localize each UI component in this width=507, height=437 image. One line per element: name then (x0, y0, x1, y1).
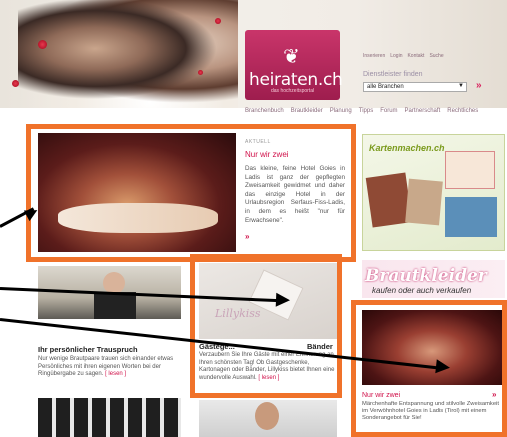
site-logo[interactable]: ❦ heiraten.ch das hochzeitsportal (245, 30, 343, 100)
top-link-suche[interactable]: Suche (429, 53, 443, 59)
promo-more-link[interactable]: » (492, 390, 496, 399)
promo-image[interactable] (362, 310, 502, 385)
card-sample-image (445, 197, 497, 237)
top-links: Inserieren Login Kontakt Suche (363, 53, 444, 59)
top-link-inserieren[interactable]: Inserieren (363, 53, 385, 59)
kartenmachen-brand: Kartenmachen.ch (369, 143, 445, 153)
rose-petal-image (215, 18, 221, 24)
branchen-select[interactable]: alle Branchen ▼ (363, 82, 467, 92)
top-link-login[interactable]: Login (390, 53, 402, 59)
product-image[interactable] (38, 398, 181, 437)
annotation-arrowhead (435, 359, 451, 375)
nav-branchenbuch[interactable]: Branchenbuch (245, 108, 284, 114)
wedding-couple-image (18, 0, 238, 108)
gast-title-end[interactable]: Bänder (307, 342, 333, 351)
brautkleider-ad-title: Brautkleider (365, 266, 487, 286)
gast-text: Verzaubern Sie Ihre Gäste mit einer Erin… (199, 352, 339, 382)
chevron-down-icon: ▼ (458, 83, 464, 89)
nav-brautkleider[interactable]: Brautkleider (291, 108, 323, 114)
groom-image[interactable] (199, 400, 337, 437)
highlight-frame (26, 124, 356, 262)
brautkleider-ad-subtitle: kaufen oder auch verkaufen (372, 286, 472, 295)
annotation-arrowhead (275, 292, 291, 308)
nav-partnerschaft[interactable]: Partnerschaft (405, 108, 441, 114)
branchen-select-value: alle Branchen (367, 84, 404, 90)
rose-petal-image (12, 80, 19, 87)
promo-title[interactable]: Nur wir zwei (362, 392, 400, 399)
search-go-button[interactable]: » (476, 80, 482, 91)
trauspruch-text: Nur wenige Brautpaare trauen sich einand… (38, 356, 186, 379)
nav-rechtliches[interactable]: Rechtliches (447, 108, 478, 114)
card-sample-image (445, 151, 495, 189)
trauspruch-title[interactable]: Ihr persönlicher Trauspruch (38, 345, 138, 354)
dienstleister-label: Dienstleister finden (363, 71, 423, 78)
nav-tipps[interactable]: Tipps (359, 108, 373, 114)
nav-forum[interactable]: Forum (380, 108, 397, 114)
rose-petal-image (198, 70, 203, 75)
groom-face-image (255, 402, 279, 430)
promo-text: Märchenhafte Entspannung und stilvolle Z… (362, 401, 499, 422)
logo-subtitle: das hochzeitsportal (271, 88, 315, 94)
butterfly-heart-icon: ❦ (283, 44, 300, 68)
main-nav: Branchenbuch Brautkleider Planung Tipps … (245, 108, 478, 114)
lillykiss-brand: Lillykiss (215, 307, 261, 320)
nav-planung[interactable]: Planung (330, 108, 352, 114)
gast-read-link[interactable]: [ lesen ] (258, 375, 279, 381)
top-link-kontakt[interactable]: Kontakt (407, 53, 424, 59)
rose-petal-image (38, 40, 47, 49)
site-header: ❦ heiraten.ch das hochzeitsportal Inseri… (0, 0, 507, 108)
card-sample-image (405, 178, 443, 226)
logo-text: heiraten.ch (249, 70, 343, 90)
kartenmachen-ad[interactable]: Kartenmachen.ch (362, 134, 505, 251)
trauspruch-read-link[interactable]: [ lesen ] (105, 371, 126, 377)
speaker-suit-image (94, 292, 136, 319)
